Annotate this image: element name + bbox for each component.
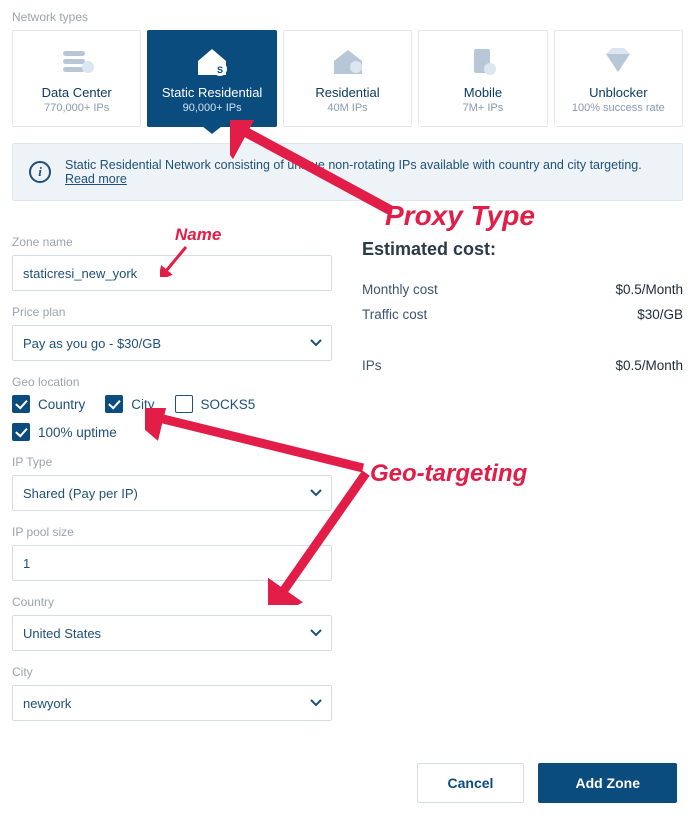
info-text: Static Residential Network consisting of…: [65, 158, 666, 186]
ips-cost-label: IPs: [362, 358, 382, 373]
card-title: Mobile: [425, 85, 540, 100]
add-zone-button[interactable]: Add Zone: [538, 763, 677, 803]
diamond-icon: [561, 45, 676, 79]
city-select-label: City: [12, 665, 332, 679]
monthly-cost-value: $0.5/Month: [615, 282, 683, 297]
checkbox-label: Country: [38, 397, 85, 412]
country-checkbox[interactable]: Country: [12, 395, 85, 413]
socks5-checkbox[interactable]: SOCKS5: [175, 395, 256, 413]
network-type-residential[interactable]: Residential 40M IPs: [283, 30, 412, 127]
network-type-static-residential[interactable]: S Static Residential 90,000+ IPs: [147, 30, 276, 127]
svg-text:S: S: [217, 65, 223, 75]
city-checkbox[interactable]: City: [105, 395, 154, 413]
city-select[interactable]: [12, 685, 332, 721]
card-title: Static Residential: [154, 85, 269, 100]
card-subtitle: 770,000+ IPs: [19, 102, 134, 114]
price-plan-select[interactable]: [12, 325, 332, 361]
card-subtitle: 40M IPs: [290, 102, 405, 114]
checkbox-icon: [175, 395, 193, 413]
ip-pool-size-label: IP pool size: [12, 525, 332, 539]
ip-type-label: IP Type: [12, 455, 332, 469]
info-banner: i Static Residential Network consisting …: [12, 143, 683, 201]
read-more-link[interactable]: Read more: [65, 172, 127, 186]
zone-name-label: Zone name: [12, 235, 332, 249]
traffic-cost-value: $30/GB: [637, 307, 683, 322]
info-icon: i: [29, 161, 51, 183]
network-types-row: Data Center 770,000+ IPs S Static Reside…: [0, 30, 695, 127]
monthly-cost-label: Monthly cost: [362, 282, 438, 297]
network-types-label: Network types: [0, 0, 695, 30]
network-type-data-center[interactable]: Data Center 770,000+ IPs: [12, 30, 141, 127]
card-title: Unblocker: [561, 85, 676, 100]
card-subtitle: 90,000+ IPs: [154, 102, 269, 114]
country-select-label: Country: [12, 595, 332, 609]
checkbox-label: City: [131, 397, 154, 412]
button-row: Cancel Add Zone: [417, 763, 677, 803]
network-type-unblocker[interactable]: Unblocker 100% success rate: [554, 30, 683, 127]
network-type-mobile[interactable]: Mobile 7M+ IPs: [418, 30, 547, 127]
server-icon: [19, 45, 134, 79]
zone-name-input[interactable]: [12, 255, 332, 291]
mobile-icon: [425, 45, 540, 79]
ips-cost-value: $0.5/Month: [615, 358, 683, 373]
checkbox-icon: [12, 423, 30, 441]
price-plan-label: Price plan: [12, 305, 332, 319]
geo-location-label: Geo location: [12, 375, 332, 389]
traffic-cost-label: Traffic cost: [362, 307, 427, 322]
estimated-cost-title: Estimated cost:: [362, 239, 683, 260]
ip-type-select[interactable]: [12, 475, 332, 511]
estimate-column: Estimated cost: Monthly cost $0.5/Month …: [362, 221, 683, 721]
card-title: Data Center: [19, 85, 134, 100]
card-subtitle: 7M+ IPs: [425, 102, 540, 114]
house-s-icon: S: [154, 45, 269, 79]
checkbox-icon: [12, 395, 30, 413]
checkbox-icon: [105, 395, 123, 413]
checkbox-label: SOCKS5: [201, 397, 256, 412]
ip-pool-size-input[interactable]: [12, 545, 332, 581]
card-subtitle: 100% success rate: [561, 102, 676, 114]
uptime-checkbox[interactable]: 100% uptime: [12, 423, 332, 441]
card-title: Residential: [290, 85, 405, 100]
country-select[interactable]: [12, 615, 332, 651]
house-icon: [290, 45, 405, 79]
cancel-button[interactable]: Cancel: [417, 763, 525, 803]
checkbox-label: 100% uptime: [38, 425, 117, 440]
form-column: Zone name Price plan Geo location Countr…: [12, 221, 332, 721]
